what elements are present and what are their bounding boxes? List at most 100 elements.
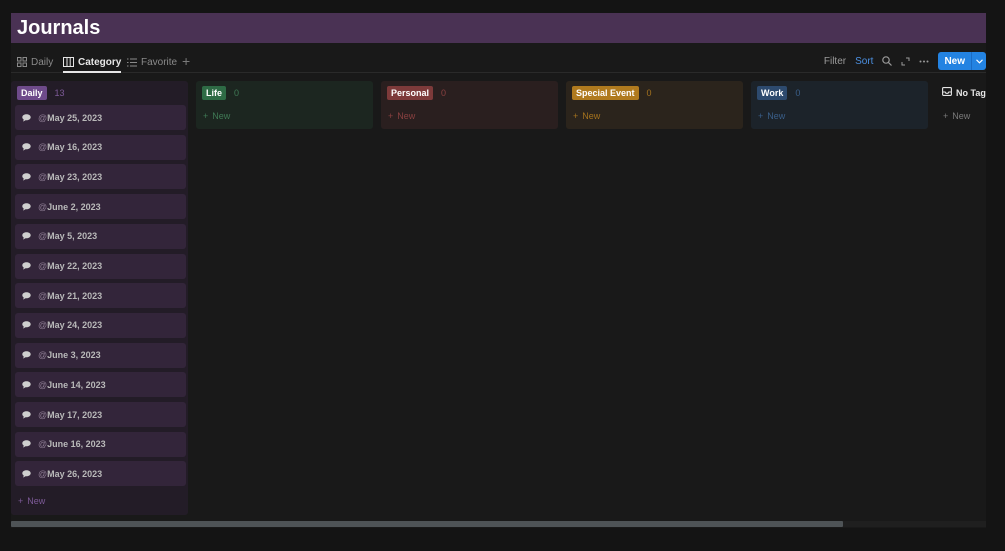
speech-bubble-icon [22, 470, 31, 478]
more-icon[interactable] [919, 60, 929, 63]
add-view-button[interactable]: + [182, 52, 190, 70]
column-tag: Daily [17, 86, 47, 100]
tab-favorite[interactable]: Favorite [127, 53, 177, 71]
journal-card[interactable]: @May 22, 2023 [15, 253, 186, 279]
journal-card[interactable]: @May 24, 2023 [15, 312, 186, 338]
add-card-button[interactable]: + New [388, 111, 415, 121]
filter-button[interactable]: Filter [824, 56, 846, 67]
card-date: May 16, 2023 [47, 142, 103, 153]
toolbar: Filter Sort New [824, 51, 986, 71]
journal-card[interactable]: @May 16, 2023 [15, 134, 186, 160]
board-column-daily: Daily 13 @May 25, 2023 @May 16, 2023 @May 23… [11, 81, 188, 515]
column-tag: Personal [387, 86, 434, 100]
add-card-button[interactable]: + New [943, 111, 970, 121]
board-column-no-tag: No Tag + New [936, 81, 986, 129]
column-header[interactable]: Personal 0 [387, 86, 446, 100]
add-card-label: New [952, 111, 971, 121]
journal-card[interactable]: @June 3, 2023 [15, 342, 186, 368]
mention-symbol: @ [38, 468, 48, 479]
expand-icon[interactable] [901, 57, 910, 66]
mention-symbol: @ [38, 409, 48, 420]
journal-card[interactable]: @June 16, 2023 [15, 431, 186, 457]
new-button-group: New [938, 52, 986, 70]
add-card-button[interactable]: + New [573, 111, 600, 121]
column-label: No Tag [956, 88, 986, 98]
add-card-button[interactable]: + New [203, 111, 230, 121]
plus-icon: + [943, 111, 949, 121]
column-count: 13 [54, 88, 65, 98]
journal-card[interactable]: @May 25, 2023 [15, 105, 186, 130]
speech-bubble-icon [22, 410, 31, 419]
search-icon[interactable] [882, 56, 893, 66]
mention-symbol: @ [38, 171, 48, 182]
journal-card[interactable]: @May 17, 2023 [15, 402, 186, 427]
journal-card[interactable]: @May 26, 2023 [15, 461, 186, 487]
column-header[interactable]: Daily 13 [17, 86, 65, 100]
mention-symbol: @ [38, 142, 48, 153]
speech-bubble-icon [22, 173, 31, 181]
speech-bubble-icon [22, 262, 31, 270]
card-title: @May 22, 2023 [38, 261, 102, 271]
mention-symbol: @ [38, 320, 48, 331]
journal-card[interactable]: @June 14, 2023 [15, 372, 186, 398]
new-button[interactable]: New [938, 52, 971, 70]
card-date: May 24, 2023 [47, 320, 103, 331]
speech-bubble-icon [22, 291, 31, 300]
column-header[interactable]: Life 0 [202, 86, 239, 100]
mention-symbol: @ [38, 201, 48, 212]
mention-symbol: @ [38, 379, 48, 390]
tab-daily[interactable]: Daily [17, 53, 53, 71]
tab-label: Favorite [141, 56, 178, 68]
chevron-down-icon[interactable] [971, 52, 986, 70]
card-title: @May 16, 2023 [38, 142, 102, 152]
speech-bubble-icon [22, 440, 31, 448]
board-column-special-event: Special Event 0 + New [566, 81, 743, 129]
add-card-button[interactable]: + New [18, 496, 45, 506]
card-date: May 22, 2023 [47, 261, 103, 271]
journal-card[interactable]: @June 2, 2023 [15, 194, 186, 220]
column-tag: Life [202, 86, 227, 100]
add-card-label: New [767, 111, 786, 121]
board-column-personal: Personal 0 + New [381, 81, 558, 129]
scrollbar-thumb[interactable] [11, 521, 843, 527]
speech-bubble-icon [22, 381, 31, 389]
mention-symbol: @ [38, 261, 48, 271]
board-columns-icon [63, 57, 74, 67]
journal-card[interactable]: @May 21, 2023 [15, 283, 186, 309]
add-card-label: New [212, 111, 231, 121]
mention-symbol: @ [38, 112, 48, 123]
column-count: 0 [441, 88, 447, 98]
sort-button[interactable]: Sort [855, 56, 873, 67]
card-title: @May 25, 2023 [38, 113, 102, 123]
plus-icon: + [758, 111, 764, 121]
mention-symbol: @ [38, 439, 48, 450]
view-bar: Daily Category Favorite + Filter Sort Ne… [11, 50, 986, 73]
column-count: 0 [795, 88, 801, 98]
card-date: June 3, 2023 [47, 350, 101, 361]
journal-card[interactable]: @May 23, 2023 [15, 164, 186, 190]
speech-bubble-icon [22, 113, 31, 122]
add-card-button[interactable]: + New [758, 111, 785, 121]
speech-bubble-icon [22, 351, 31, 359]
card-title: @June 16, 2023 [38, 439, 106, 449]
horizontal-scrollbar[interactable] [11, 521, 986, 527]
card-date: June 14, 2023 [47, 379, 106, 390]
card-date: May 25, 2023 [47, 112, 103, 123]
page-banner: Journals [11, 13, 986, 43]
card-title: @May 26, 2023 [38, 469, 102, 479]
column-header[interactable]: Work 0 [757, 86, 800, 100]
column-tag: Work [757, 86, 788, 100]
speech-bubble-icon [22, 232, 31, 240]
card-date: June 2, 2023 [47, 201, 101, 212]
column-tag: Special Event [572, 86, 639, 100]
mention-symbol: @ [38, 290, 48, 301]
mention-symbol: @ [38, 350, 48, 361]
column-count: 0 [234, 88, 240, 98]
journal-card[interactable]: @May 5, 2023 [15, 223, 186, 249]
column-header[interactable]: Special Event 0 [572, 86, 652, 100]
board-column-life: Life 0 + New [196, 81, 373, 129]
column-header[interactable]: No Tag [942, 86, 986, 100]
card-title: @May 5, 2023 [38, 231, 97, 241]
tab-category[interactable]: Category [63, 53, 122, 73]
speech-bubble-icon [22, 143, 31, 151]
